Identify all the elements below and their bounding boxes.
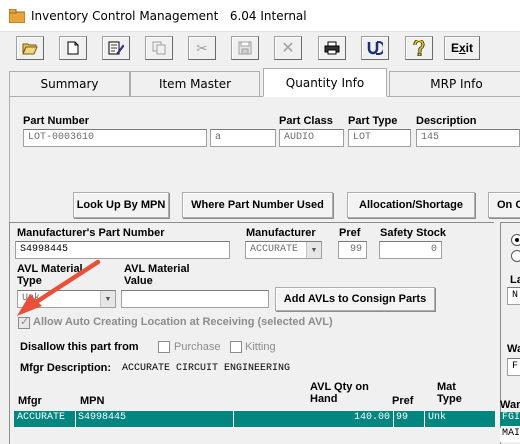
window-title: Inventory Control Management 6.04 Intern… — [31, 9, 307, 23]
help-question-icon — [413, 40, 425, 56]
cell-mpn: S4998445 — [78, 412, 127, 423]
part-class-field[interactable]: AUDIO — [279, 129, 344, 147]
warehouse-row[interactable]: FGI — [500, 412, 520, 426]
edit-note-icon — [108, 41, 124, 55]
u-logo-icon — [367, 41, 383, 55]
mfgr-description-value: ACCURATE CIRCUIT ENGINEERING — [122, 363, 291, 374]
avl-value-field[interactable] — [121, 290, 269, 308]
tab-summary[interactable]: Summary — [9, 71, 130, 97]
cell-mfgr: ACCURATE — [17, 412, 66, 423]
right-label-ware: Ware — [500, 399, 520, 411]
pref-label: Pref — [339, 227, 361, 239]
new-document-button[interactable] — [59, 36, 87, 60]
mfgr-description-label: Mfgr Description: — [20, 362, 112, 374]
col-header-avl-qty[interactable]: AVL Qty on Hand — [310, 381, 369, 405]
safety-stock-field[interactable]: 0 — [379, 241, 442, 259]
chevron-down-icon[interactable]: ▼ — [306, 242, 321, 258]
cell-type: Unk — [428, 412, 447, 423]
folder-open-icon — [22, 43, 38, 55]
radio-option-2[interactable] — [511, 250, 520, 262]
edit-button[interactable] — [102, 36, 130, 60]
allocation-shortage-button[interactable]: Allocation/Shortage — [347, 192, 475, 218]
part-type-label: Part Type — [348, 115, 398, 127]
cell-qty: 140.00 — [353, 412, 390, 423]
scissors-icon: ✂ — [196, 39, 208, 56]
manufacturer-label: Manufacturer — [246, 227, 316, 239]
add-avls-button[interactable]: Add AVLs to Consign Parts — [275, 287, 435, 311]
description-label: Description — [416, 115, 477, 127]
warehouse-row[interactable]: MAI — [500, 428, 520, 442]
copy-button[interactable] — [145, 36, 173, 60]
column-divider — [393, 411, 394, 427]
cell-pref: 99 — [396, 412, 409, 423]
tab-item-master[interactable]: Item Master — [130, 71, 260, 97]
column-divider — [75, 411, 76, 427]
table-row[interactable]: ACCURATE S4998445 140.00 99 Unk — [14, 411, 495, 427]
avl-value-label: AVL Material Value — [124, 263, 190, 287]
tab-mrp-info[interactable]: MRP Info — [389, 71, 520, 97]
part-type-field[interactable]: LOT — [348, 129, 411, 147]
column-divider — [424, 411, 425, 427]
exit-button[interactable]: Exit — [444, 36, 480, 60]
tab-quantity-info[interactable]: Quantity Info — [263, 68, 387, 97]
radio-option-1[interactable] — [511, 234, 520, 246]
right-label-wa: Wa — [507, 343, 520, 355]
save-disk-icon — [238, 41, 252, 55]
pref-field[interactable]: 99 — [338, 241, 367, 259]
delete-button[interactable]: ✕ — [274, 36, 302, 60]
right-field-f[interactable]: F — [507, 358, 520, 376]
col-header-mat-type[interactable]: Mat Type — [437, 381, 462, 405]
auto-create-location-label: Allow Auto Creating Location at Receivin… — [33, 316, 333, 328]
check-icon: ✓ — [20, 316, 30, 328]
purchase-label: Purchase — [174, 341, 221, 353]
printer-icon — [324, 41, 340, 55]
col-header-pref[interactable]: Pref — [392, 395, 413, 407]
kitting-checkbox[interactable] — [230, 341, 242, 353]
kitting-label: Kitting — [245, 341, 276, 353]
safety-stock-label: Safety Stock — [380, 227, 447, 239]
auto-create-location-checkbox[interactable]: ✓ — [18, 316, 30, 329]
on-order-button[interactable]: On O — [488, 192, 520, 218]
right-label-la: La — [510, 274, 520, 286]
where-part-number-used-button[interactable]: Where Part Number Used — [182, 192, 333, 218]
open-folder-button[interactable] — [16, 36, 44, 60]
copy-icon — [152, 41, 166, 55]
avl-type-chevron-down-icon[interactable]: ▼ — [100, 291, 115, 307]
part-number-field[interactable]: LOT-0003610 — [23, 129, 207, 147]
delete-x-icon: ✕ — [281, 40, 295, 57]
lookup-by-mpn-button[interactable]: Look Up By MPN — [73, 192, 169, 218]
col-header-mpn[interactable]: MPN — [80, 395, 104, 407]
save-button[interactable] — [231, 36, 259, 60]
u-logo-button[interactable] — [361, 36, 389, 60]
mpn-field[interactable]: S4998445 — [15, 241, 230, 259]
description-field[interactable]: 145 — [416, 129, 520, 147]
mpn-label: Manufacturer's Part Number — [17, 227, 165, 239]
new-document-icon — [67, 41, 79, 55]
col-header-mfgr[interactable]: Mfgr — [18, 395, 42, 407]
part-number-label: Part Number — [23, 115, 90, 127]
revision-field[interactable]: a — [210, 129, 276, 147]
help-button[interactable] — [405, 36, 433, 60]
column-divider — [233, 411, 234, 427]
cut-button[interactable]: ✂ — [188, 36, 216, 60]
print-button[interactable] — [318, 36, 346, 60]
disallow-label: Disallow this part from — [20, 341, 139, 353]
part-class-label: Part Class — [279, 115, 333, 127]
avl-type-label: AVL Material Type — [17, 263, 83, 287]
app-icon — [9, 9, 25, 23]
purchase-checkbox[interactable] — [158, 341, 170, 353]
right-field-n[interactable]: N — [507, 287, 520, 305]
